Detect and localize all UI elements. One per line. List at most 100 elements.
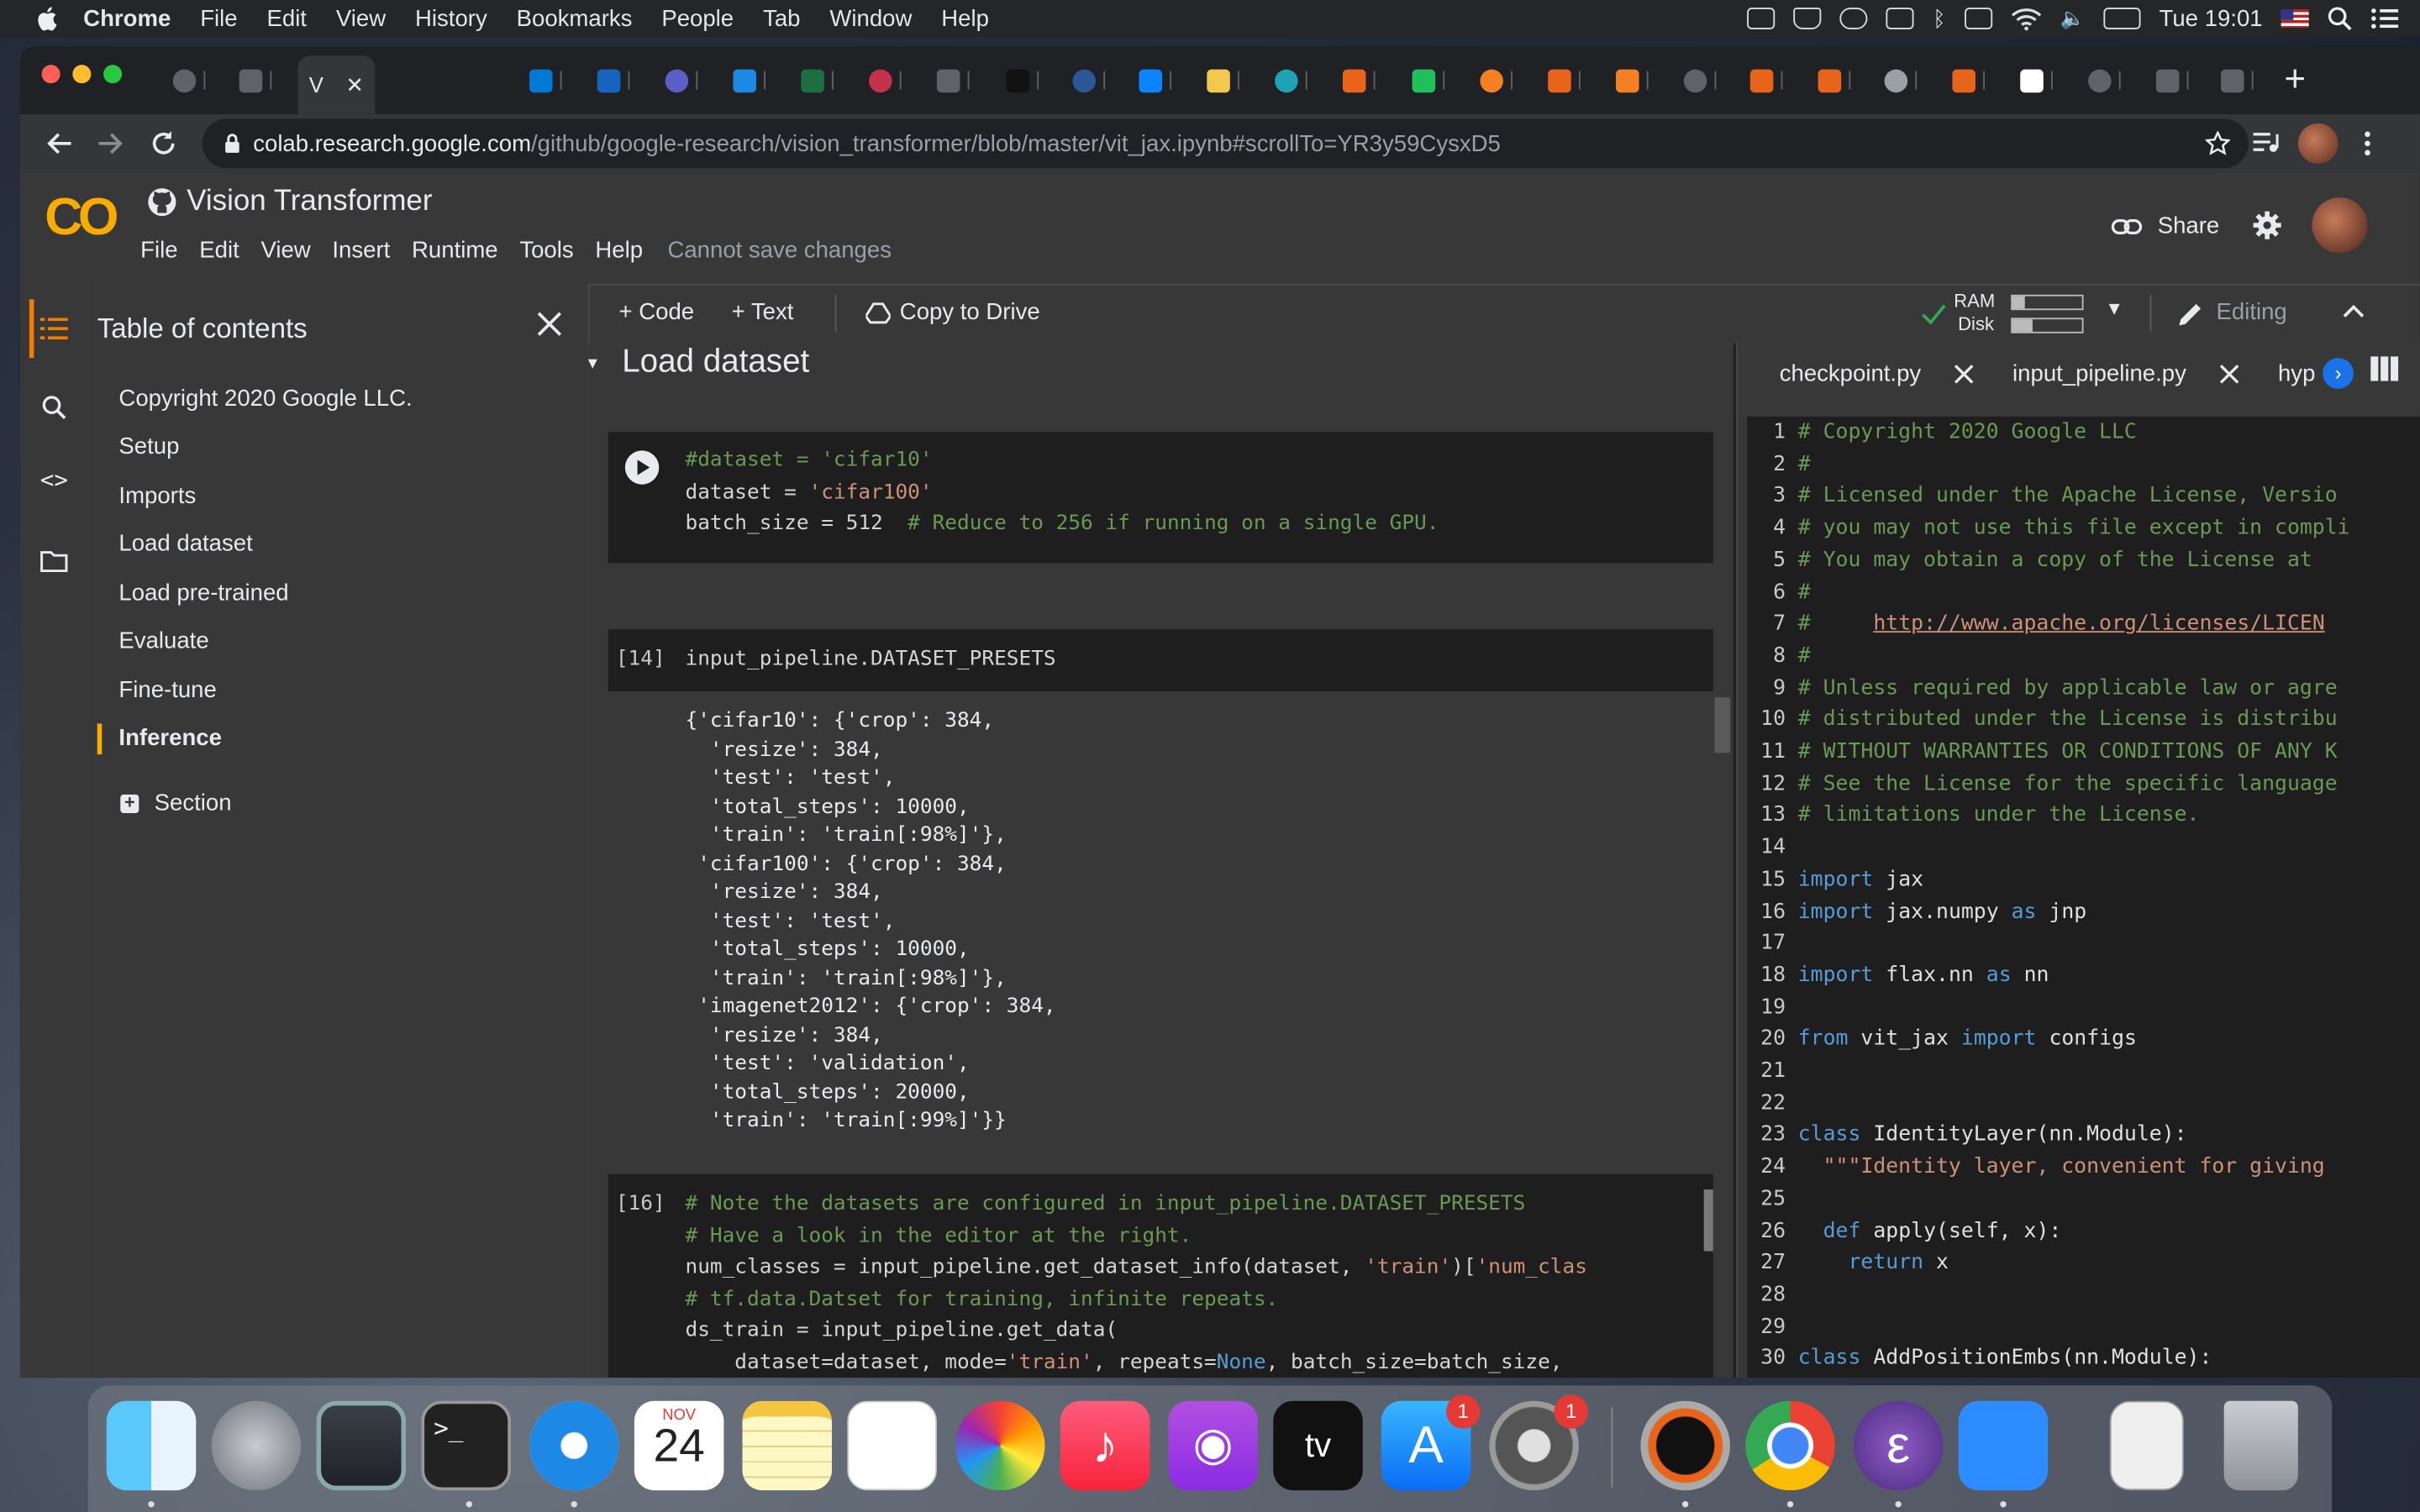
- address-bar[interactable]: colab.research.google.com/github/google-…: [202, 118, 2249, 169]
- browser-tab[interactable]: [723, 61, 766, 98]
- toc-item-load-pretrained[interactable]: Load pre-trained: [118, 580, 288, 606]
- apple-tv-icon[interactable]: tv: [1273, 1400, 1363, 1491]
- podcasts-icon[interactable]: ◉: [1168, 1400, 1258, 1491]
- reminders-icon[interactable]: [847, 1400, 937, 1491]
- wifi-icon[interactable]: [2011, 7, 2042, 30]
- status-app-icon[interactable]: [1747, 8, 1776, 29]
- zoom-video-icon[interactable]: [1958, 1400, 2049, 1491]
- close-tab-icon[interactable]: [2219, 364, 2239, 384]
- collapse-header-icon[interactable]: [2343, 304, 2365, 319]
- ram-usage-bar[interactable]: [2011, 294, 2084, 311]
- browser-tab[interactable]: [587, 61, 630, 98]
- column-layout-icon[interactable]: [2370, 356, 2399, 381]
- browser-tab[interactable]: [1196, 61, 1239, 98]
- minimize-window-button[interactable]: [72, 65, 92, 84]
- output-scrollbar[interactable]: [1714, 697, 1730, 753]
- xquartz-x-icon[interactable]: [1640, 1400, 1730, 1491]
- calendar-icon[interactable]: NOV 24: [634, 1400, 724, 1491]
- editor-tab-input-pipeline[interactable]: input_pipeline.py: [2012, 361, 2186, 387]
- disk-usage-bar[interactable]: [2011, 318, 2084, 333]
- launchpad-rocket-icon[interactable]: [211, 1400, 302, 1491]
- browser-tab[interactable]: [926, 61, 970, 98]
- music-note-icon[interactable]: ♪: [1060, 1400, 1150, 1491]
- document-stack-icon[interactable]: [2109, 1400, 2184, 1491]
- notification-center-icon[interactable]: [2370, 8, 2399, 29]
- browser-tab[interactable]: [1605, 61, 1649, 98]
- browser-tab[interactable]: [1062, 61, 1106, 98]
- toc-item-evaluate[interactable]: Evaluate: [118, 628, 208, 654]
- copy-to-drive-button[interactable]: Copy to Drive: [865, 299, 1040, 326]
- browser-tab[interactable]: [2009, 61, 2053, 98]
- finder-icon[interactable]: [106, 1400, 197, 1491]
- code-snippets-icon[interactable]: <>: [40, 466, 68, 494]
- search-icon[interactable]: [42, 395, 66, 420]
- browser-tab[interactable]: [1874, 61, 1918, 98]
- cell-scrollbar[interactable]: [1703, 1189, 1713, 1252]
- menubar-item-bookmarks[interactable]: Bookmarks: [517, 5, 633, 31]
- browser-tab[interactable]: [1470, 61, 1512, 98]
- nb-menu-insert[interactable]: Insert: [332, 238, 390, 264]
- memory-status-icon[interactable]: [1964, 8, 1992, 29]
- close-tab-icon[interactable]: [1954, 364, 1974, 384]
- system-preferences-gear-icon[interactable]: 1: [1489, 1394, 1588, 1491]
- menubar-item-edit[interactable]: Edit: [266, 5, 306, 31]
- cloud-sync-icon[interactable]: [1840, 8, 1869, 29]
- airplay-icon[interactable]: [1886, 8, 1915, 29]
- toc-item-imports[interactable]: Imports: [118, 483, 196, 509]
- safari-compass-icon[interactable]: [529, 1400, 619, 1491]
- runtime-dropdown-icon[interactable]: ▼: [2105, 297, 2123, 319]
- settings-gear-icon[interactable]: [2252, 210, 2283, 241]
- browser-tab[interactable]: [1807, 61, 1851, 98]
- browser-tab[interactable]: [1264, 61, 1307, 98]
- apple-icon[interactable]: [34, 5, 61, 33]
- nb-menu-file[interactable]: File: [140, 238, 177, 264]
- editor-tab-checkpoint[interactable]: checkpoint.py: [1780, 361, 1921, 387]
- emacs-icon[interactable]: ε: [1853, 1400, 1944, 1491]
- tab-active[interactable]: V ✕: [297, 55, 376, 114]
- notes-icon[interactable]: [742, 1400, 832, 1491]
- reload-icon[interactable]: [150, 129, 177, 157]
- close-tab-icon[interactable]: ✕: [345, 71, 364, 97]
- save-status-note[interactable]: Cannot save changes: [667, 238, 892, 264]
- scroll-tabs-right-icon[interactable]: ›: [2323, 358, 2354, 389]
- forward-arrow-icon[interactable]: [97, 131, 125, 155]
- nb-menu-edit[interactable]: Edit: [199, 238, 239, 264]
- browser-tab[interactable]: [1332, 61, 1376, 98]
- code-cell[interactable]: [16] # Note the datasets are configured …: [608, 1173, 1713, 1378]
- docker-icon[interactable]: [1793, 8, 1823, 29]
- trash-icon[interactable]: [2223, 1400, 2298, 1491]
- github-icon[interactable]: [146, 186, 177, 218]
- browser-tab[interactable]: [858, 61, 902, 98]
- notebook-title-text[interactable]: Vision Transformer: [187, 185, 432, 218]
- media-controls-icon[interactable]: [2252, 129, 2280, 154]
- add-section-button[interactable]: + Section: [120, 790, 232, 816]
- colab-logo[interactable]: CO: [45, 188, 118, 249]
- nb-menu-runtime[interactable]: Runtime: [412, 238, 498, 264]
- zoom-window-button[interactable]: [103, 65, 123, 84]
- toc-item-inference[interactable]: Inference: [118, 725, 222, 751]
- activity-monitor-icon[interactable]: [316, 1400, 407, 1491]
- terminal-icon[interactable]: >_: [421, 1400, 511, 1491]
- nb-menu-tools[interactable]: Tools: [519, 238, 573, 264]
- browser-tab[interactable]: [162, 61, 206, 98]
- browser-tab[interactable]: [1673, 61, 1717, 98]
- menubar-item-window[interactable]: Window: [829, 5, 912, 31]
- browser-tab[interactable]: [2145, 61, 2189, 98]
- bluetooth-icon[interactable]: ᛒ: [1933, 6, 1945, 30]
- input-source-flag-icon[interactable]: [2281, 9, 2309, 29]
- back-arrow-icon[interactable]: [45, 131, 72, 155]
- app-store-icon[interactable]: A1: [1381, 1394, 1481, 1491]
- nb-menu-view[interactable]: View: [260, 238, 310, 264]
- toc-item-copyright[interactable]: Copyright 2020 Google LLC.: [118, 386, 412, 412]
- menubar-item-people[interactable]: People: [661, 5, 734, 31]
- profile-avatar[interactable]: [2297, 123, 2338, 164]
- photos-icon[interactable]: [955, 1400, 1045, 1491]
- editing-mode-label[interactable]: Editing: [2217, 299, 2287, 325]
- chrome-menu-icon[interactable]: [2363, 129, 2372, 157]
- browser-tab[interactable]: [655, 61, 698, 98]
- collapse-section-icon[interactable]: ▾: [588, 352, 597, 374]
- add-text-cell-button[interactable]: + Text: [732, 299, 794, 325]
- browser-tab[interactable]: [996, 61, 1039, 98]
- add-code-cell-button[interactable]: + Code: [619, 299, 695, 325]
- toc-item-setup[interactable]: Setup: [118, 433, 179, 459]
